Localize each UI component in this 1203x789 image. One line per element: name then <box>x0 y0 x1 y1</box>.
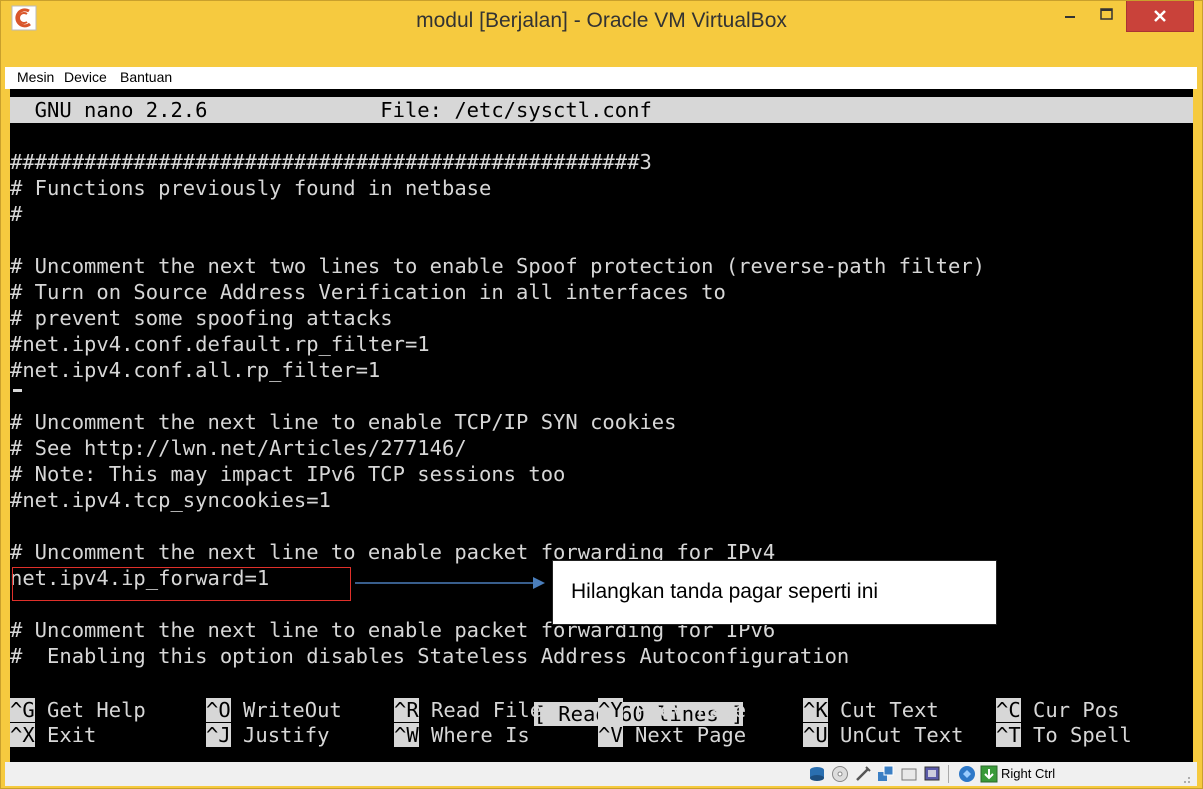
shortcut-label: To Spell <box>1020 723 1132 747</box>
shortcut-prev-page[interactable]: ^Y Prev Page <box>598 697 746 723</box>
maximize-button[interactable] <box>1088 1 1125 31</box>
shortcut-label: Read File <box>418 698 543 722</box>
shortcut-label: Justify <box>230 723 330 747</box>
display-icon[interactable] <box>923 765 941 783</box>
title-bar[interactable]: modul [Berjalan] - Oracle VM VirtualBox <box>1 1 1202 67</box>
close-button[interactable] <box>1126 1 1194 32</box>
shortcut-key: ^O <box>206 698 231 722</box>
shortcut-key: ^R <box>394 698 419 722</box>
shortcut-cut-text[interactable]: ^K Cut Text <box>803 697 939 723</box>
shortcut-justify[interactable]: ^J Justify <box>206 722 329 748</box>
editor-line[interactable]: # Enabling this option disables Stateles… <box>10 643 849 669</box>
mouse-integration-icon[interactable] <box>958 765 976 783</box>
shortcut-label: Cut Text <box>827 698 939 722</box>
shortcut-exit[interactable]: ^X Exit <box>10 722 96 748</box>
vm-screen[interactable]: GNU nano 2.2.6 File: /etc/sysctl.conf ##… <box>10 89 1193 762</box>
editor-line[interactable]: # prevent some spoofing attacks <box>10 305 393 331</box>
minimize-button[interactable] <box>1053 1 1087 31</box>
shortcut-key: ^W <box>394 723 419 747</box>
keyboard-capture-icon[interactable] <box>980 765 998 783</box>
shortcut-key: ^U <box>803 723 828 747</box>
shortcut-key: ^T <box>996 723 1021 747</box>
editor-line[interactable]: ########################################… <box>10 149 652 175</box>
usb-icon[interactable] <box>854 765 872 783</box>
shortcut-label: UnCut Text <box>827 723 964 747</box>
shortcut-label: Where Is <box>418 723 530 747</box>
editor-line[interactable]: # See http://lwn.net/Articles/277146/ <box>10 435 467 461</box>
editor-line[interactable]: # Uncomment the next line to enable TCP/… <box>10 409 676 435</box>
shortcut-next-page[interactable]: ^V Next Page <box>598 722 746 748</box>
editor-line[interactable]: # Functions previously found in netbase <box>10 175 491 201</box>
menu-device[interactable]: Device <box>64 69 107 85</box>
annotation-arrow <box>355 577 545 589</box>
shortcut-label: Cur Pos <box>1020 698 1120 722</box>
nano-header: GNU nano 2.2.6 File: /etc/sysctl.conf <box>10 97 1193 123</box>
shortcut-to-spell[interactable]: ^T To Spell <box>996 722 1132 748</box>
menu-mesin[interactable]: Mesin <box>17 69 54 85</box>
shortcut-key: ^G <box>10 698 35 722</box>
text-cursor <box>13 389 22 392</box>
editor-line[interactable]: #net.ipv4.conf.default.rp_filter=1 <box>10 331 430 357</box>
shortcut-key: ^Y <box>598 698 623 722</box>
shortcut-label: Next Page <box>622 723 747 747</box>
menu-bantuan[interactable]: Bantuan <box>120 69 172 85</box>
shortcut-cur-pos[interactable]: ^C Cur Pos <box>996 697 1119 723</box>
shortcut-writeout[interactable]: ^O WriteOut <box>206 697 342 723</box>
shortcut-uncut-text[interactable]: ^U UnCut Text <box>803 722 963 748</box>
host-key-label: Right Ctrl <box>1001 766 1056 781</box>
editor-line[interactable]: # Note: This may impact IPv6 TCP session… <box>10 461 565 487</box>
shortcut-where-is[interactable]: ^W Where Is <box>394 722 530 748</box>
editor-line[interactable]: # Uncomment the next two lines to enable… <box>10 253 985 279</box>
vm-status-bar: Right Ctrl <box>5 762 1197 786</box>
shortcut-key: ^K <box>803 698 828 722</box>
shortcut-key: ^C <box>996 698 1021 722</box>
window-title: modul [Berjalan] - Oracle VM VirtualBox <box>416 9 787 32</box>
shortcut-label: Get Help <box>34 698 146 722</box>
annotation-callout: Hilangkan tanda pagar seperti ini <box>552 560 997 625</box>
shortcut-label: Exit <box>34 723 97 747</box>
editor-line[interactable]: # <box>10 201 22 227</box>
editor-line[interactable]: # Turn on Source Address Verification in… <box>10 279 726 305</box>
editor-line[interactable]: #net.ipv4.tcp_syncookies=1 <box>10 487 331 513</box>
shortcut-label: WriteOut <box>230 698 342 722</box>
resize-grip-icon[interactable] <box>1177 772 1191 784</box>
shortcut-read-file[interactable]: ^R Read File <box>394 697 542 723</box>
shortcut-key: ^V <box>598 723 623 747</box>
hard-disk-icon[interactable] <box>808 765 826 783</box>
optical-drive-icon[interactable] <box>831 765 849 783</box>
shortcut-key: ^J <box>206 723 231 747</box>
editor-line[interactable]: #net.ipv4.conf.all.rp_filter=1 <box>10 357 380 383</box>
virtualbox-window: modul [Berjalan] - Oracle VM VirtualBox … <box>0 0 1203 789</box>
shortcut-key: ^X <box>10 723 35 747</box>
shared-folder-icon[interactable] <box>900 765 918 783</box>
shortcut-label: Prev Page <box>622 698 747 722</box>
menu-bar: Mesin Device Bantuan <box>5 67 1197 89</box>
highlight-box <box>12 567 351 601</box>
network-icon[interactable] <box>877 765 895 783</box>
shortcut-get-help[interactable]: ^G Get Help <box>10 697 146 723</box>
